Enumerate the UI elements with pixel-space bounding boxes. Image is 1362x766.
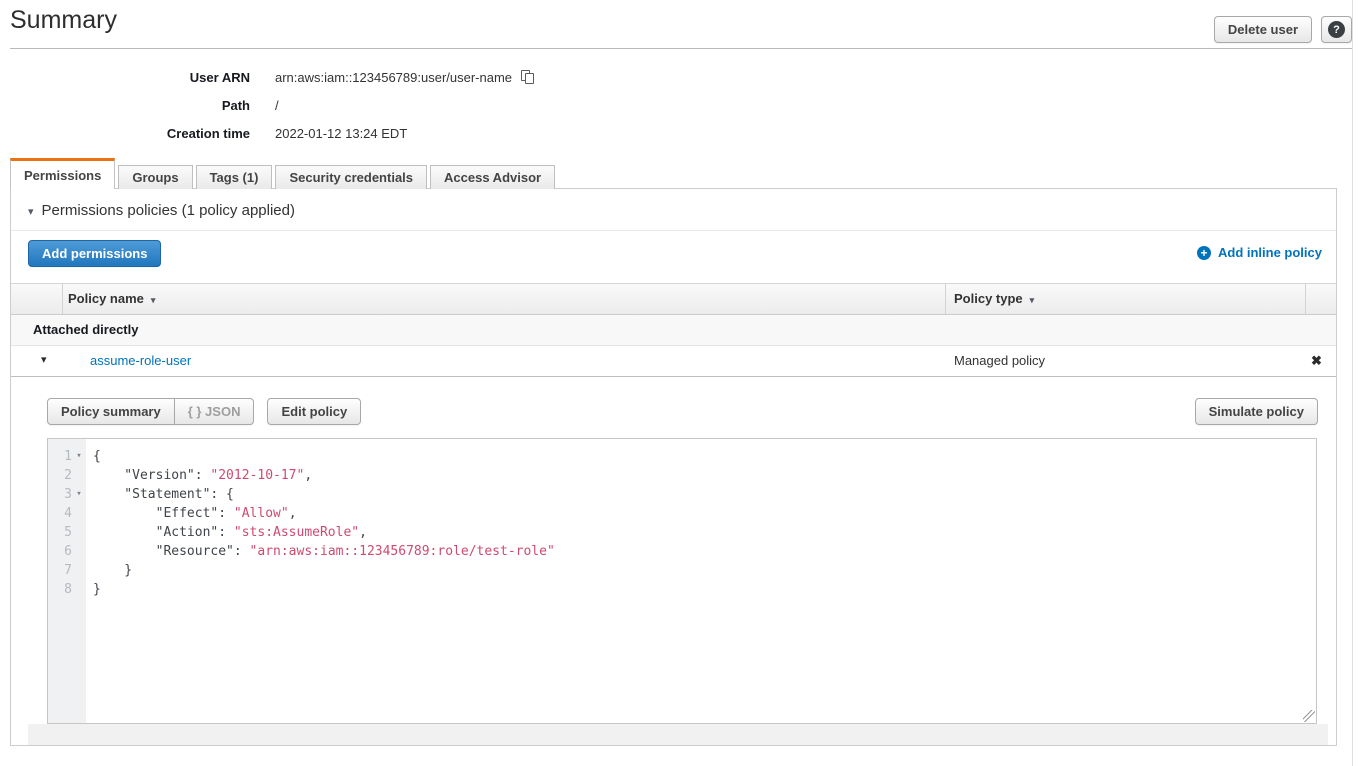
tab-access-advisor[interactable]: Access Advisor [430,165,555,189]
column-separator [945,284,946,314]
creation-time-value: 2022-01-12 13:24 EDT [275,126,407,141]
add-inline-policy-label: Add inline policy [1218,245,1322,260]
permissions-policies-section-toggle[interactable]: ▾ Permissions policies (1 policy applied) [28,202,295,219]
policy-name-column-header[interactable]: Policy name ▾ [68,284,155,314]
page-right-edge [1352,0,1353,766]
code-line: "Action": "sts:AssumeRole", [93,523,1316,542]
line-number: 8 [48,580,72,599]
code-line: "Effect": "Allow", [93,504,1316,523]
path-label: Path [10,98,250,113]
creation-time-label: Creation time [10,126,250,141]
gutter-row: 1▾ [48,447,86,466]
attached-directly-group-row: Attached directly [11,315,1336,346]
policy-table-row: ▾ assume-role-user Managed policy ✖ [11,346,1336,377]
policy-type-header-label: Policy type [954,291,1023,306]
gutter-row: 6 [48,542,86,561]
line-number: 3 [48,485,72,504]
plus-icon: + [1197,246,1211,260]
code-line: { [93,447,1316,466]
user-arn-label: User ARN [10,70,250,85]
line-number: 2 [48,466,72,485]
tab-bar: Permissions Groups Tags (1) Security cre… [10,158,558,189]
edit-policy-button[interactable]: Edit policy [267,398,361,425]
gutter-row: 7 [48,561,86,580]
permissions-tab-panel: ▾ Permissions policies (1 policy applied)… [10,188,1337,746]
gutter-row: 3▾ [48,485,86,504]
simulate-policy-button[interactable]: Simulate policy [1195,398,1318,425]
policy-type-value: Managed policy [954,346,1045,375]
fold-caret-icon [72,523,86,542]
permissions-policies-section-title: Permissions policies (1 policy applied) [42,202,295,219]
delete-user-button[interactable]: Delete user [1214,16,1312,43]
policy-type-column-header[interactable]: Policy type ▾ [954,284,1034,314]
fold-caret-icon [72,561,86,580]
policy-name-link[interactable]: assume-role-user [90,346,191,375]
help-button[interactable]: ? [1321,16,1352,43]
sort-caret-icon: ▾ [1030,295,1035,305]
policy-json-editor[interactable]: 1▾ 2 3▾ 4 5 6 7 8 { "Version": "2012-10-… [47,438,1317,724]
user-arn-text: arn:aws:iam::123456789:user/user-name [275,70,512,85]
line-number: 1 [48,447,72,466]
header-divider [10,48,1352,49]
code-line: "Resource": "arn:aws:iam::123456789:role… [93,542,1316,561]
code-line: } [93,561,1316,580]
code-line: "Version": "2012-10-17", [93,466,1316,485]
editor-code-area[interactable]: { "Version": "2012-10-17", "Statement": … [86,439,1316,723]
fold-caret-icon [72,504,86,523]
tab-permissions[interactable]: Permissions [10,158,115,189]
line-number: 6 [48,542,72,561]
path-value: / [275,98,279,113]
row-expander-icon[interactable]: ▾ [41,346,47,375]
user-arn-value: arn:aws:iam::123456789:user/user-name [275,70,535,85]
page-title: Summary [10,6,117,35]
detach-policy-icon[interactable]: ✖ [1311,346,1322,375]
gutter-row: 4 [48,504,86,523]
column-separator [62,284,63,314]
header-actions: Delete user ? [1214,16,1352,43]
policy-name-header-label: Policy name [68,291,144,306]
fold-caret-icon [72,542,86,561]
line-number: 4 [48,504,72,523]
attached-directly-label: Attached directly [33,315,138,345]
policy-view-switcher: Policy summary { } JSON Edit policy [47,398,361,425]
detail-bottom-strip [28,724,1328,745]
tab-groups[interactable]: Groups [118,165,192,189]
column-separator [1305,284,1306,314]
fold-caret-icon [72,580,86,599]
section-caret-icon: ▾ [28,206,34,218]
line-number: 7 [48,561,72,580]
policy-summary-button[interactable]: Policy summary [47,398,175,425]
editor-line-number-gutter: 1▾ 2 3▾ 4 5 6 7 8 [48,439,86,723]
policy-table-header: Policy name ▾ Policy type ▾ [11,283,1336,315]
path-row: Path / [10,97,279,113]
sort-caret-icon: ▾ [151,295,156,305]
add-permissions-button[interactable]: Add permissions [28,240,161,267]
copy-icon-front-page [525,73,534,84]
add-inline-policy-link[interactable]: + Add inline policy [1197,245,1322,260]
code-line: "Statement": { [93,485,1316,504]
gutter-row: 2 [48,466,86,485]
user-arn-row: User ARN arn:aws:iam::123456789:user/use… [10,69,535,85]
gutter-row: 8 [48,580,86,599]
copy-icon[interactable] [521,70,535,85]
creation-time-row: Creation time 2022-01-12 13:24 EDT [10,125,407,141]
gutter-row: 5 [48,523,86,542]
tab-tags[interactable]: Tags (1) [196,165,273,189]
fold-caret-icon[interactable]: ▾ [72,485,86,504]
line-number: 5 [48,523,72,542]
fold-caret-icon[interactable]: ▾ [72,447,86,466]
fold-caret-icon [72,466,86,485]
section-divider [11,230,1336,231]
tab-security-credentials[interactable]: Security credentials [275,165,427,189]
iam-user-summary-page: Summary Delete user ? User ARN arn:aws:i… [0,0,1362,766]
help-icon: ? [1328,21,1345,38]
json-view-button[interactable]: { } JSON [174,398,255,425]
editor-resize-handle[interactable] [1303,710,1315,722]
code-line: } [93,580,1316,599]
policy-detail-panel: Policy summary { } JSON Edit policy Simu… [11,378,1336,745]
